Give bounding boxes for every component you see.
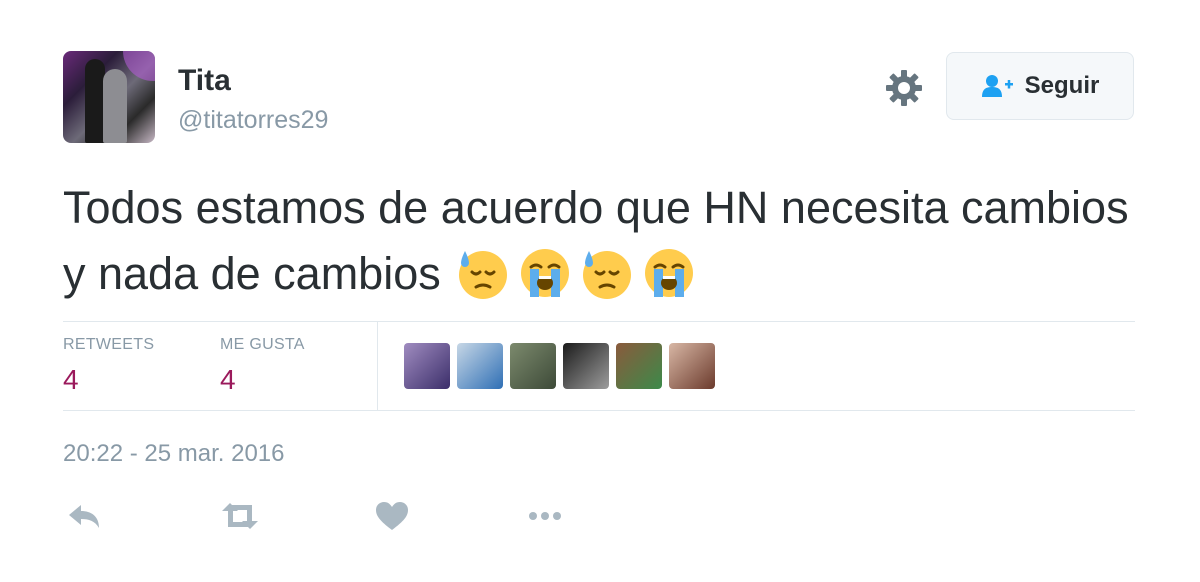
user-handle[interactable]: @titatorres29 — [178, 106, 328, 135]
divider — [63, 410, 1135, 411]
loudly-crying-face-icon — [520, 249, 569, 297]
avatar-figure — [85, 59, 105, 143]
follow-button-label: Seguir — [1024, 72, 1100, 99]
downcast-face-with-sweat-icon — [458, 251, 507, 299]
avatar-light — [123, 51, 155, 81]
user-name[interactable]: Tita — [178, 64, 231, 98]
likes-label[interactable]: ME GUSTA — [220, 336, 305, 354]
loudly-crying-face-icon — [644, 249, 693, 297]
add-user-icon — [981, 75, 1013, 97]
downcast-face-with-sweat-icon — [582, 251, 631, 299]
more-icon[interactable] — [523, 498, 567, 534]
retweets-label[interactable]: RETWEETS — [63, 336, 154, 354]
likes-count[interactable]: 4 — [220, 364, 236, 396]
liker-avatar[interactable] — [563, 343, 609, 389]
gear-icon[interactable] — [884, 68, 924, 108]
liker-avatar[interactable] — [510, 343, 556, 389]
tweet-timestamp[interactable]: 20:22 - 25 mar. 2016 — [63, 440, 284, 468]
tweet-text: Todos estamos de acuerdo que HN necesita… — [63, 175, 1143, 307]
heart-icon[interactable] — [370, 498, 414, 534]
avatar-figure — [103, 69, 127, 143]
user-avatar[interactable] — [63, 51, 155, 143]
likers-avatars — [404, 343, 715, 389]
liker-avatar[interactable] — [616, 343, 662, 389]
reply-icon[interactable] — [63, 498, 107, 534]
liker-avatar[interactable] — [404, 343, 450, 389]
divider — [377, 322, 378, 410]
liker-avatar[interactable] — [457, 343, 503, 389]
retweets-count[interactable]: 4 — [63, 364, 79, 396]
divider — [63, 321, 1135, 322]
liker-avatar[interactable] — [669, 343, 715, 389]
retweet-icon[interactable] — [218, 498, 262, 534]
follow-button[interactable]: Seguir — [946, 52, 1134, 120]
